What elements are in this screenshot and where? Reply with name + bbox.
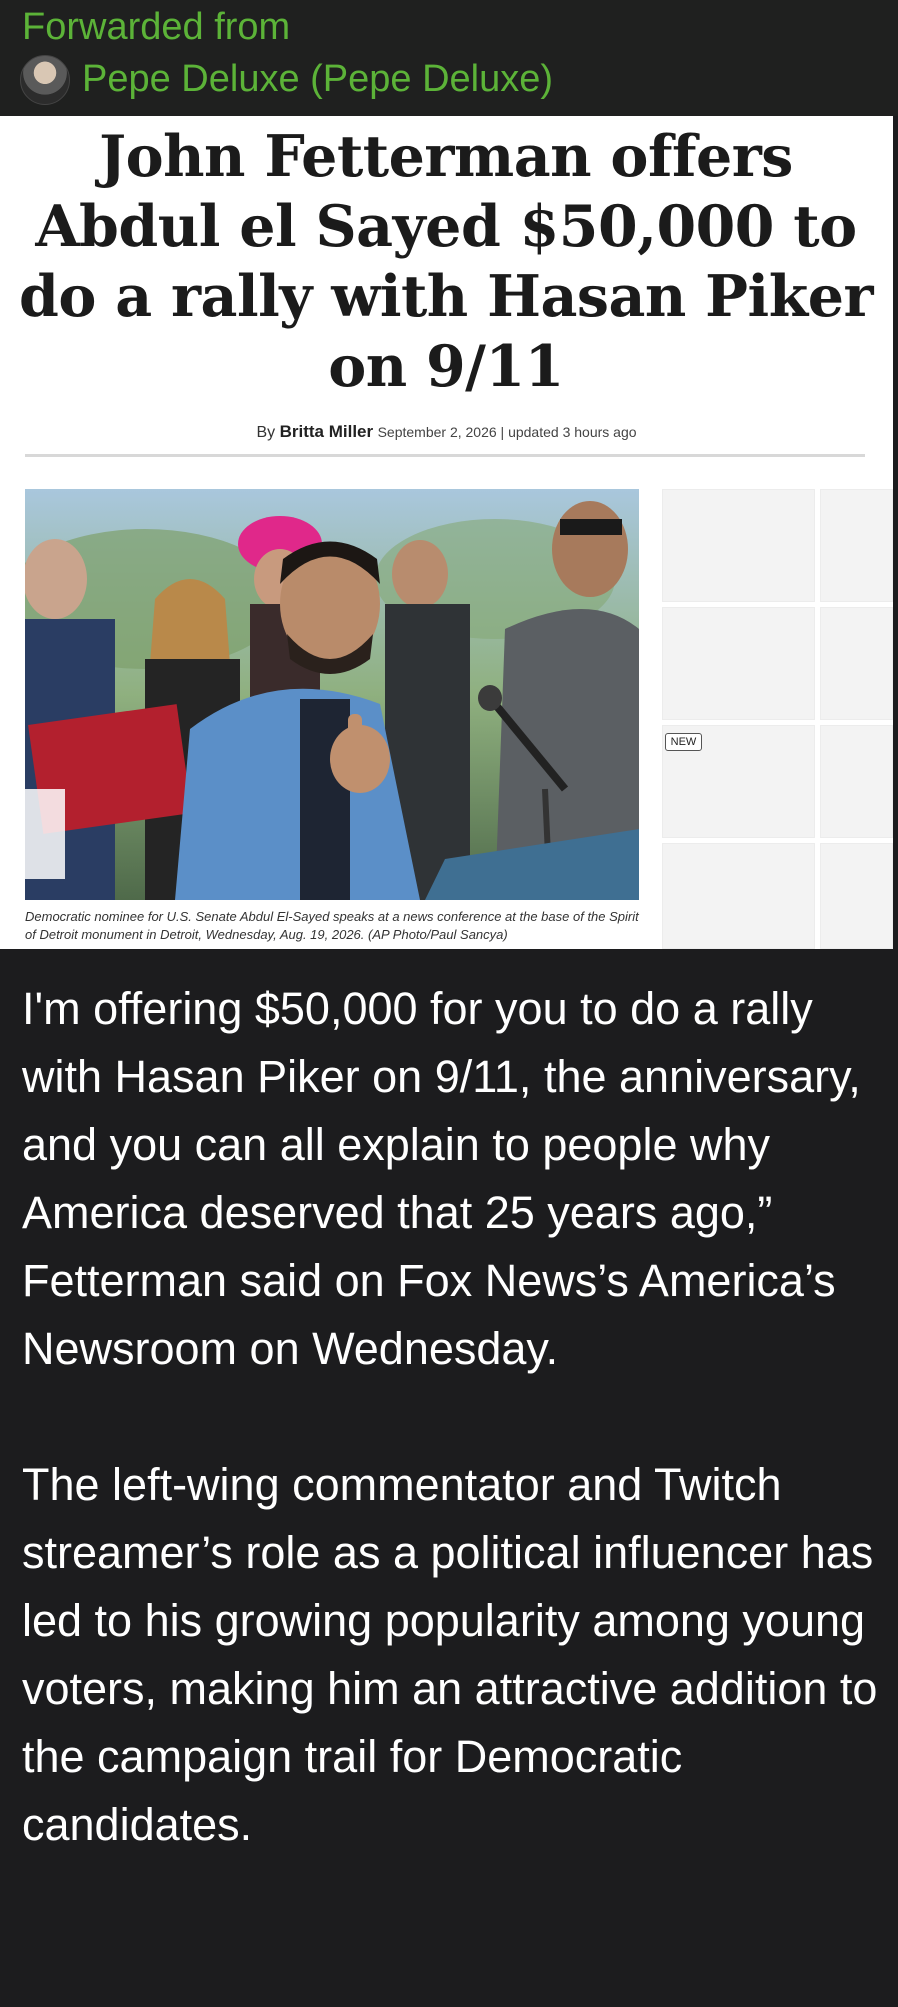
ad-placeholder-tile — [662, 489, 815, 602]
forward-source-name[interactable]: Pepe Deluxe (Pepe Deluxe) — [82, 54, 553, 104]
message-paragraph: I'm offering $50,000 for you to do a ral… — [22, 983, 861, 1374]
ad-placeholder-tile — [662, 607, 815, 720]
ad-placeholder-tile — [820, 607, 893, 720]
article-date: September 2, 2026 | updated 3 hours ago — [377, 424, 637, 440]
forwarded-from-label: Forwarded from — [22, 6, 291, 48]
message-body: I'm offering $50,000 for you to do a ral… — [22, 975, 882, 1859]
ad-placeholder-tile — [820, 725, 893, 838]
forwarded-header[interactable]: Forwarded from Pepe Deluxe (Pepe Deluxe) — [0, 0, 898, 116]
article-byline: By Britta Miller September 2, 2026 | upd… — [0, 422, 893, 442]
new-badge: NEW — [665, 733, 702, 751]
article-headline: John Fetterman offers Abdul el Sayed $50… — [19, 123, 873, 400]
article-author: Britta Miller — [279, 422, 374, 441]
ad-placeholder-tile — [662, 843, 815, 949]
article-photo — [25, 489, 639, 900]
byline-prefix: By — [256, 424, 276, 441]
ad-placeholder-tile — [820, 843, 893, 949]
source-avatar[interactable] — [20, 55, 70, 105]
article-screenshot: John Fetterman offers Abdul el Sayed $50… — [0, 116, 893, 949]
photo-caption: Democratic nominee for U.S. Senate Abdul… — [25, 909, 639, 942]
message-paragraph: The left-wing commentator and Twitch str… — [22, 1459, 878, 1850]
ad-placeholder-tile — [820, 489, 893, 602]
byline-divider — [25, 454, 865, 457]
